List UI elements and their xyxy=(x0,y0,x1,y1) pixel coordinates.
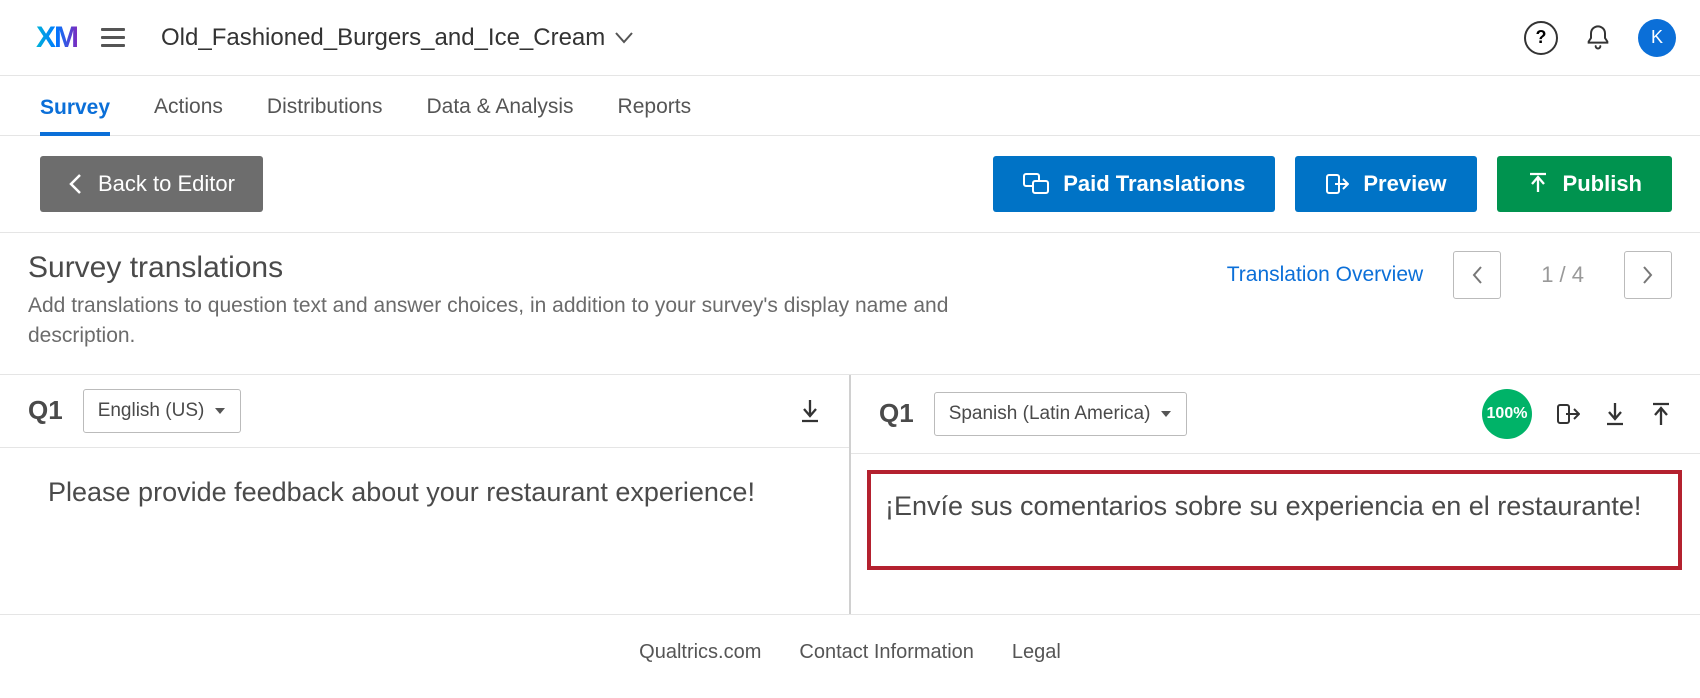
caret-down-icon xyxy=(214,407,226,415)
source-question-number: Q1 xyxy=(28,395,63,426)
target-language-dropdown[interactable]: Spanish (Latin America) xyxy=(934,392,1188,436)
source-pane: Q1 English (US) Please provide feedback … xyxy=(0,375,849,614)
title-row: Survey translations Add translations to … xyxy=(0,233,1700,375)
target-export-icon[interactable] xyxy=(1556,402,1580,426)
project-name[interactable]: Old_Fashioned_Burgers_and_Ice_Cream xyxy=(161,24,605,52)
translate-icon xyxy=(1023,173,1049,195)
tab-distributions[interactable]: Distributions xyxy=(267,95,383,135)
footer: Qualtrics.com Contact Information Legal xyxy=(0,615,1700,690)
page-title: Survey translations xyxy=(28,251,1227,285)
help-icon[interactable]: ? xyxy=(1524,21,1558,55)
target-question-text[interactable]: ¡Envíe sus comentarios sobre su experien… xyxy=(885,488,1662,526)
source-download-icon[interactable] xyxy=(799,398,821,424)
pager-next-button[interactable] xyxy=(1624,251,1672,299)
target-download-icon[interactable] xyxy=(1604,401,1626,427)
xm-logo: XM xyxy=(36,21,77,55)
preview-label: Preview xyxy=(1363,171,1446,197)
project-dropdown-caret-icon[interactable] xyxy=(615,32,633,44)
chevron-left-icon xyxy=(1470,264,1484,286)
target-question-number: Q1 xyxy=(879,398,914,429)
target-language-label: Spanish (Latin America) xyxy=(949,403,1151,425)
notifications-bell-icon[interactable] xyxy=(1584,24,1612,52)
source-question-text: Please provide feedback about your resta… xyxy=(48,474,809,512)
page-subtitle: Add translations to question text and an… xyxy=(28,291,1028,352)
publish-button[interactable]: Publish xyxy=(1497,156,1672,212)
target-upload-icon[interactable] xyxy=(1650,401,1672,427)
back-to-editor-label: Back to Editor xyxy=(98,171,235,197)
tab-actions[interactable]: Actions xyxy=(154,95,223,135)
upload-icon xyxy=(1527,172,1549,196)
tab-survey[interactable]: Survey xyxy=(40,96,110,136)
paid-translations-button[interactable]: Paid Translations xyxy=(993,156,1275,212)
page-count: 1 / 4 xyxy=(1521,262,1604,288)
user-avatar[interactable]: K xyxy=(1638,19,1676,57)
translation-panes: Q1 English (US) Please provide feedback … xyxy=(0,375,1700,615)
footer-link-contact[interactable]: Contact Information xyxy=(799,641,974,664)
source-language-label: English (US) xyxy=(98,400,205,422)
hamburger-menu-icon[interactable] xyxy=(101,28,125,47)
paid-translations-label: Paid Translations xyxy=(1063,171,1245,197)
publish-label: Publish xyxy=(1563,171,1642,197)
main-tabs: Survey Actions Distributions Data & Anal… xyxy=(0,76,1700,136)
chevron-left-icon xyxy=(68,173,82,195)
chevron-right-icon xyxy=(1641,264,1655,286)
back-to-editor-button[interactable]: Back to Editor xyxy=(40,156,263,212)
action-bar: Back to Editor Paid Translations Preview… xyxy=(0,136,1700,233)
target-pane: Q1 Spanish (Latin America) 100% ¡En xyxy=(851,375,1700,614)
caret-down-icon xyxy=(1160,410,1172,418)
tab-reports[interactable]: Reports xyxy=(618,95,692,135)
export-icon xyxy=(1325,173,1349,195)
preview-button[interactable]: Preview xyxy=(1295,156,1476,212)
translation-overview-link[interactable]: Translation Overview xyxy=(1227,263,1423,287)
source-language-dropdown[interactable]: English (US) xyxy=(83,389,242,433)
pager-prev-button[interactable] xyxy=(1453,251,1501,299)
footer-link-qualtrics[interactable]: Qualtrics.com xyxy=(639,641,761,664)
top-bar: XM Old_Fashioned_Burgers_and_Ice_Cream ?… xyxy=(0,0,1700,76)
translation-percent-badge: 100% xyxy=(1482,389,1532,439)
footer-link-legal[interactable]: Legal xyxy=(1012,641,1061,664)
tab-data-analysis[interactable]: Data & Analysis xyxy=(426,95,573,135)
translated-text-highlight: ¡Envíe sus comentarios sobre su experien… xyxy=(867,470,1682,570)
